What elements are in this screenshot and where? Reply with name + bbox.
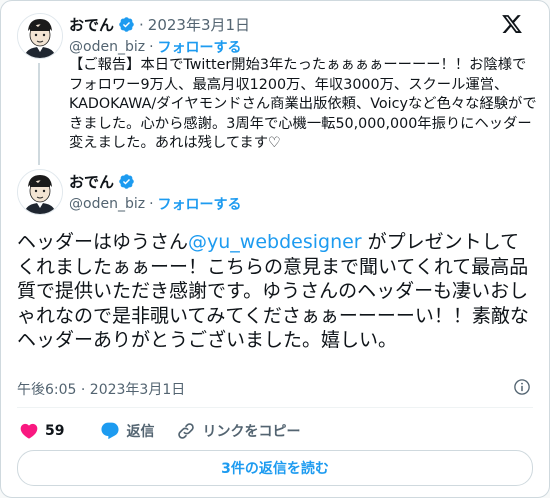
separator: · [139,15,144,34]
tweet-timestamp[interactable]: 午後6:05 · 2023年3月1日 [17,379,185,399]
link-icon [178,423,195,439]
divider [17,407,533,408]
thread-connector-line [38,63,40,165]
author-handle[interactable]: @oden_biz [69,39,145,55]
author-name[interactable]: おでん [69,171,114,192]
reply-label: 返信 [126,424,155,440]
tweet-date[interactable]: 2023年3月1日 [148,14,250,35]
person-avatar-icon [18,170,62,214]
verified-badge-icon [119,17,134,32]
like-button[interactable]: 59 [19,421,64,441]
tweet-text: ヘッダーはゆうさん@yu_webdesigner がプレゼントしてくれましたぁぁ… [17,230,537,353]
follow-button[interactable]: フォローする [158,194,242,214]
separator: · [149,39,154,55]
avatar[interactable] [17,169,63,215]
tweet-text-before: ヘッダーはゆうさん [17,231,189,253]
copy-link-button[interactable]: リンクをコピー [176,421,300,441]
speech-bubble-icon [101,422,120,440]
copy-link-label: リンクをコピー [202,424,301,440]
action-bar: 59 返信 リンクをコピー [19,421,322,441]
avatar[interactable] [17,13,63,59]
author-name[interactable]: おでん [69,14,114,35]
info-icon[interactable] [513,378,531,396]
tweet-embed-card: おでん · 2023年3月1日 @oden_biz · フォローする 【ご報告】… [0,0,550,498]
verified-badge-icon [119,174,134,189]
author-handle[interactable]: @oden_biz [69,196,145,212]
person-avatar-icon [18,14,62,58]
mention-link[interactable]: @yu_webdesigner [188,231,362,253]
separator: · [149,196,154,212]
x-logo-icon[interactable] [501,13,523,35]
quoted-tweet-text: 【ご報告】本日でTwitter開始3年たったぁぁぁぁーーーー！！お陰様でフォロワ… [69,57,537,152]
like-count: 59 [45,423,65,439]
heart-icon [20,423,38,439]
follow-button[interactable]: フォローする [158,37,242,57]
reply-button[interactable]: 返信 [100,421,154,441]
read-replies-button[interactable]: 3件の返信を読む [17,450,533,486]
